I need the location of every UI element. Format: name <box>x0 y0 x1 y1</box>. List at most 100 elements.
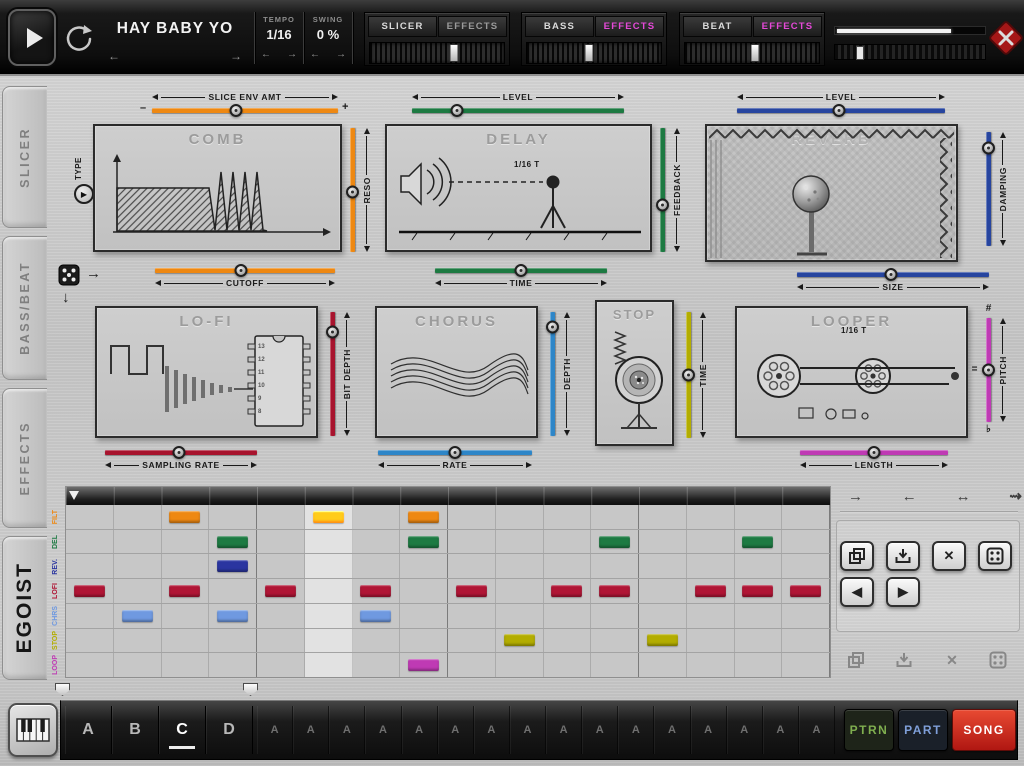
part-slot[interactable]: A <box>329 706 365 754</box>
step-cell[interactable] <box>448 653 496 677</box>
step-block[interactable] <box>408 536 439 548</box>
step-block[interactable] <box>122 610 153 622</box>
feedback-slider[interactable] <box>656 128 669 252</box>
step-cell[interactable] <box>400 604 448 628</box>
slice-env-amt-slider[interactable] <box>152 104 338 117</box>
step-cell[interactable] <box>400 530 448 554</box>
beat-tab-button[interactable]: BEAT <box>683 16 752 37</box>
step-cell[interactable] <box>735 629 783 653</box>
step-block[interactable] <box>360 610 391 622</box>
slider-knob[interactable] <box>656 198 669 211</box>
step-cell[interactable] <box>448 604 496 628</box>
pattern-button-c[interactable]: C <box>159 706 206 754</box>
part-slot[interactable]: A <box>438 706 474 754</box>
step-cell[interactable] <box>114 604 162 628</box>
step-cell[interactable] <box>305 604 353 628</box>
size-slider[interactable] <box>797 268 989 281</box>
step-cell[interactable] <box>353 554 401 578</box>
depth-slider[interactable] <box>546 312 559 436</box>
next-button[interactable]: ▶ <box>886 577 920 607</box>
step-block[interactable] <box>265 585 296 597</box>
part-slot[interactable]: A <box>474 706 510 754</box>
step-block[interactable] <box>408 511 439 523</box>
step-cell[interactable] <box>257 505 305 529</box>
step-block[interactable] <box>217 536 248 548</box>
step-cell[interactable] <box>782 604 830 628</box>
step-block[interactable] <box>169 511 200 523</box>
reso-slider[interactable] <box>346 128 359 252</box>
slider-knob[interactable] <box>326 325 339 338</box>
step-cell[interactable] <box>162 629 210 653</box>
step-cell[interactable] <box>496 505 544 529</box>
volume-handle[interactable] <box>856 46 864 60</box>
step-cell[interactable] <box>400 653 448 677</box>
swing-value[interactable]: 0 % <box>305 27 351 42</box>
step-cell[interactable] <box>448 530 496 554</box>
step-cell[interactable] <box>114 629 162 653</box>
step-block[interactable] <box>599 536 630 548</box>
comb-type-selector[interactable]: ▶ <box>74 184 94 204</box>
fader-handle[interactable] <box>450 44 459 62</box>
step-block[interactable] <box>551 585 582 597</box>
tab-bass-beat[interactable]: BASS/BEAT <box>2 236 47 380</box>
step-block[interactable] <box>742 585 773 597</box>
step-cell[interactable] <box>209 579 257 603</box>
loop-end-marker[interactable] <box>243 683 258 696</box>
step-cell[interactable] <box>687 505 735 529</box>
clear-all-button[interactable]: ✕ <box>940 648 964 672</box>
step-cell[interactable] <box>591 554 639 578</box>
step-cell[interactable] <box>353 629 401 653</box>
step-cell[interactable] <box>353 530 401 554</box>
loop-start-marker[interactable] <box>55 683 70 696</box>
tempo-arrows[interactable]: ←→ <box>256 49 302 60</box>
step-cell[interactable] <box>544 554 592 578</box>
step-cell[interactable] <box>496 604 544 628</box>
step-cell[interactable] <box>687 554 735 578</box>
step-cell[interactable] <box>114 653 162 677</box>
slider-knob[interactable] <box>832 104 845 117</box>
step-cell[interactable] <box>353 505 401 529</box>
step-cell[interactable] <box>114 530 162 554</box>
beat-effects-tab-button[interactable]: EFFECTS <box>753 16 822 37</box>
slider-knob[interactable] <box>346 186 359 199</box>
step-cell[interactable] <box>496 554 544 578</box>
sampling-rate-slider[interactable] <box>105 446 257 459</box>
step-cell[interactable] <box>639 505 687 529</box>
damping-slider[interactable] <box>982 132 995 246</box>
step-cell[interactable] <box>591 505 639 529</box>
beat-effects-fader[interactable] <box>684 42 820 64</box>
step-cell[interactable] <box>353 579 401 603</box>
randomize-dice-icon[interactable] <box>58 264 80 286</box>
paste-all-button[interactable] <box>892 648 916 672</box>
tempo-value[interactable]: 1/16 <box>256 27 302 42</box>
step-cell[interactable] <box>735 604 783 628</box>
step-cell[interactable] <box>687 629 735 653</box>
step-cell[interactable] <box>687 653 735 677</box>
mode-button-ptrn[interactable]: PTRN <box>844 709 894 751</box>
step-cell[interactable] <box>66 653 114 677</box>
preset-next-arrow[interactable]: → <box>230 49 242 63</box>
slider-knob[interactable] <box>173 446 186 459</box>
keyboard-button[interactable] <box>8 703 58 757</box>
pattern-button-b[interactable]: B <box>112 706 159 754</box>
step-cell[interactable] <box>782 653 830 677</box>
step-cell[interactable] <box>782 505 830 529</box>
step-cell[interactable] <box>782 629 830 653</box>
slider-knob[interactable] <box>885 268 898 281</box>
step-cell[interactable] <box>305 579 353 603</box>
pattern-button-a[interactable]: A <box>65 706 112 754</box>
step-block[interactable] <box>217 560 248 572</box>
step-cell[interactable] <box>257 530 305 554</box>
volume-slider[interactable] <box>834 26 986 35</box>
step-cell[interactable] <box>544 629 592 653</box>
step-cell[interactable] <box>735 530 783 554</box>
slider-knob[interactable] <box>235 264 248 277</box>
step-cell[interactable] <box>544 579 592 603</box>
slider-knob[interactable] <box>982 364 995 377</box>
step-cell[interactable] <box>448 629 496 653</box>
randomize-all-button[interactable] <box>986 648 1010 672</box>
step-block[interactable] <box>456 585 487 597</box>
step-cell[interactable] <box>66 629 114 653</box>
step-block[interactable] <box>408 659 439 671</box>
pattern-button-d[interactable]: D <box>206 706 253 754</box>
